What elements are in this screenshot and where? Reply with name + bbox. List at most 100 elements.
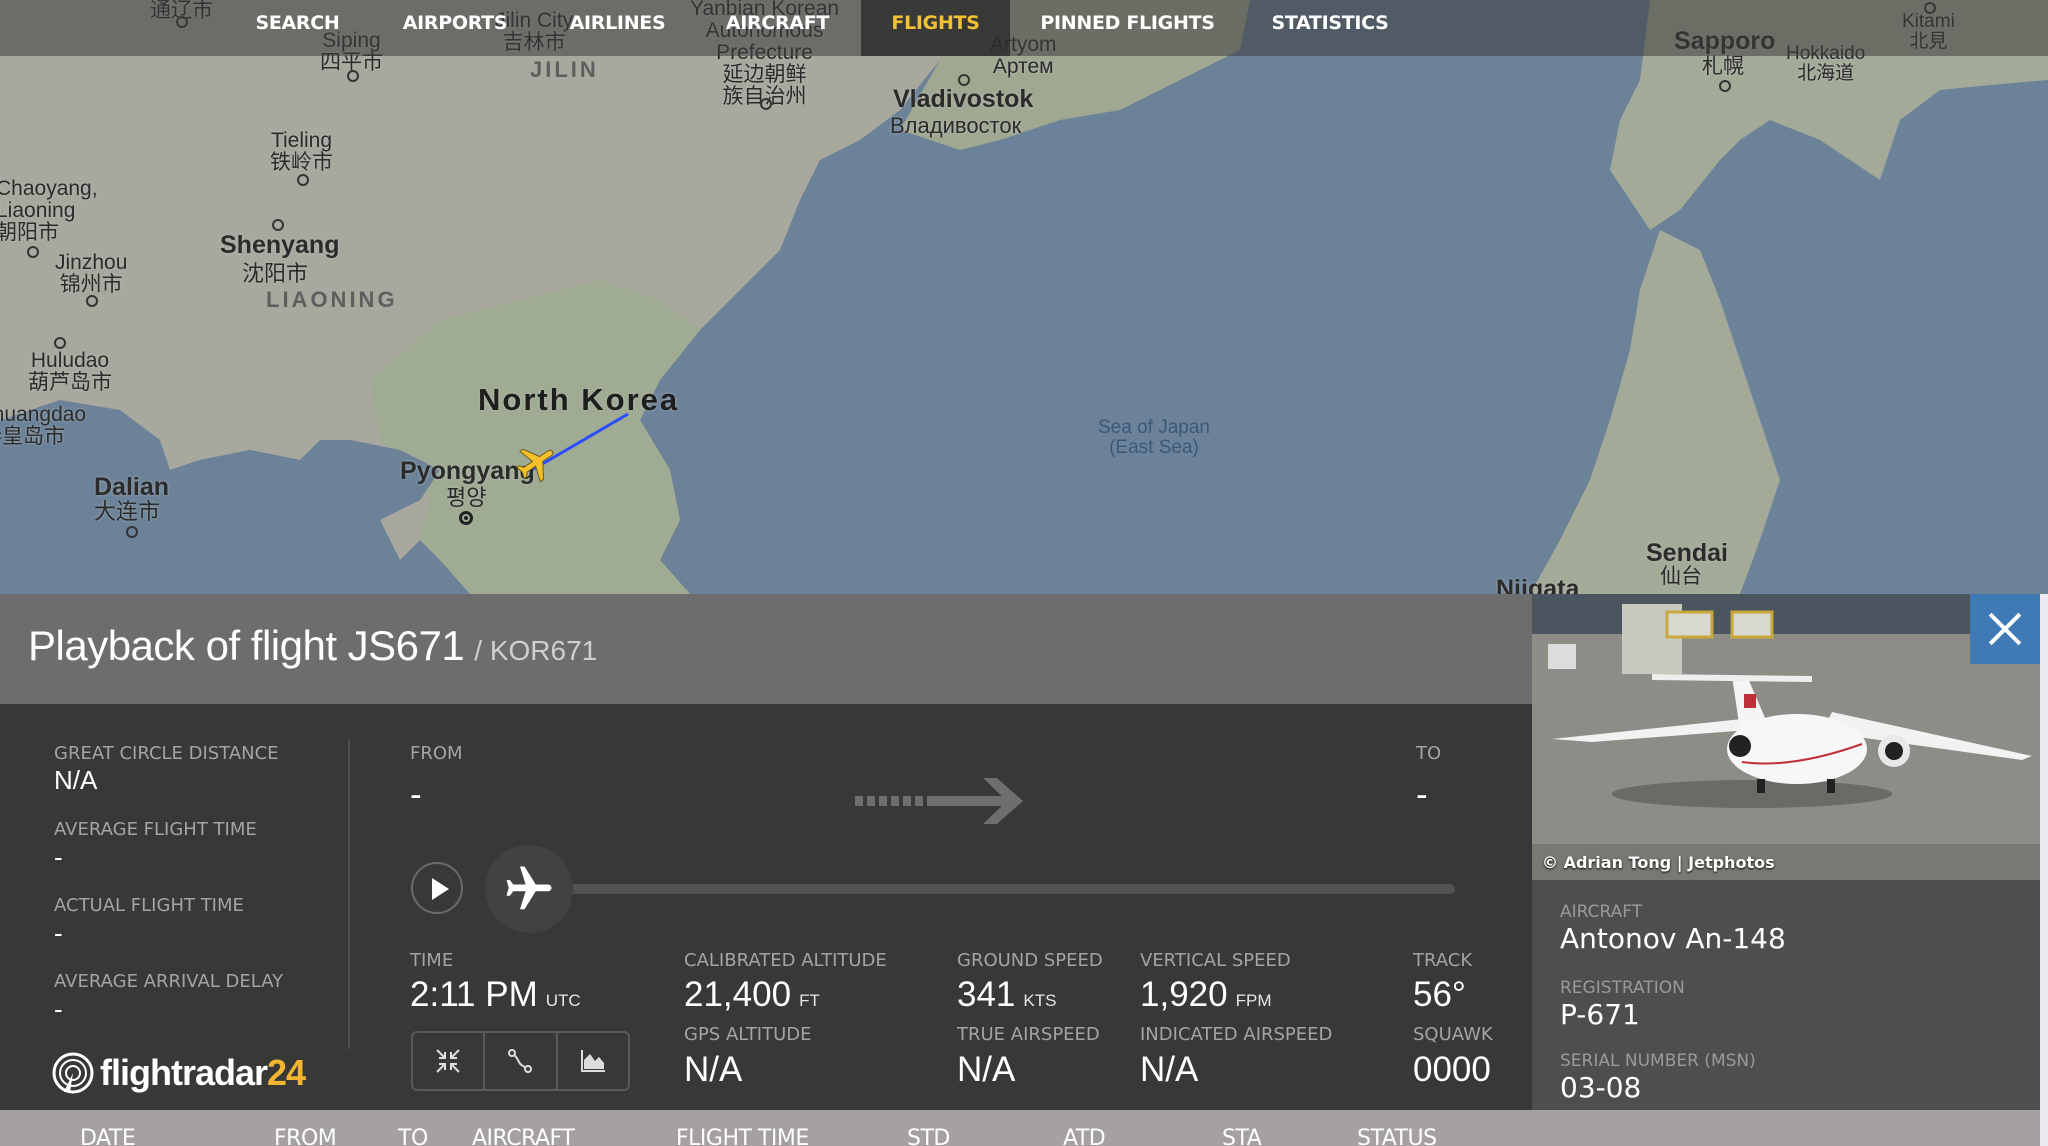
view-tools — [411, 1031, 630, 1091]
registration-label: REGISTRATION — [1560, 978, 1685, 998]
top-navigation: SEARCH AIRPORTS AIRLINES AIRCRAFT FLIGHT… — [0, 0, 2048, 56]
panel-title: Playback of flight JS671 / KOR671 — [28, 622, 597, 670]
column-flight-time[interactable]: FLIGHT TIME — [676, 1126, 809, 1146]
column-aircraft[interactable]: AIRCRAFT — [472, 1126, 575, 1146]
aircraft-label: AIRCRAFT — [1560, 902, 1643, 922]
map-label-vladivostok: Vladivostok — [893, 85, 1034, 113]
collapse-button[interactable] — [413, 1033, 486, 1089]
map-label-shenyang: Shenyang — [220, 231, 340, 259]
city-marker — [54, 337, 66, 349]
airplane-icon — [506, 866, 552, 910]
map-label-sea-of-japan: Sea of Japan (East Sea) — [1098, 417, 1210, 458]
nav-airlines[interactable]: AIRLINES — [555, 0, 680, 56]
track-value: 56° — [1413, 975, 1466, 1014]
indicated-airspeed-label: INDICATED AIRSPEED — [1140, 1024, 1333, 1045]
scrollbar[interactable] — [2040, 594, 2048, 1146]
flightradar24-logo[interactable]: flightradar24 — [52, 1052, 306, 1094]
map-label-sendai: Sendai — [1646, 539, 1728, 567]
indicated-airspeed-value: N/A — [1140, 1050, 1199, 1089]
collapse-icon — [436, 1049, 460, 1073]
from-label: FROM — [410, 743, 463, 764]
chart-button[interactable] — [558, 1033, 628, 1089]
logo-text: flightradar24 — [100, 1052, 306, 1093]
callsign: / KOR671 — [474, 635, 598, 666]
map-label-huludao: Huludao 葫芦岛市 — [28, 349, 112, 395]
route-icon — [508, 1049, 533, 1073]
map-label-shenyang-cn: 沈阳市 — [242, 261, 309, 286]
city-marker — [760, 98, 772, 110]
serial-number-label: SERIAL NUMBER (MSN) — [1560, 1051, 1756, 1071]
route-button[interactable] — [485, 1033, 558, 1089]
column-date[interactable]: DATE — [80, 1126, 136, 1146]
map-label-chaoyang: Chaoyang, Liaoning 朝阳市 — [0, 177, 98, 245]
play-button[interactable] — [411, 862, 463, 914]
city-marker — [27, 246, 39, 258]
ground-speed-label: GROUND SPEED — [957, 950, 1103, 971]
close-button[interactable] — [1970, 594, 2040, 664]
nav-pinned-flights[interactable]: PINNED FLIGHTS — [1030, 0, 1225, 56]
ground-speed-value: 341 KTS — [957, 975, 1057, 1014]
column-status[interactable]: STATUS — [1357, 1126, 1437, 1146]
actual-flight-time-label: ACTUAL FLIGHT TIME — [54, 895, 244, 916]
timeline-scrubber[interactable] — [485, 845, 573, 933]
nav-aircraft[interactable]: AIRCRAFT — [715, 0, 840, 56]
aircraft-photo[interactable]: © Adrian Tong | Jetphotos — [1532, 594, 2040, 880]
nav-search[interactable]: SEARCH — [240, 0, 355, 56]
aircraft-photo-image — [1532, 594, 2040, 880]
calibrated-altitude-label: CALIBRATED ALTITUDE — [684, 950, 887, 971]
divider — [348, 739, 350, 1049]
nav-statistics[interactable]: STATISTICS — [1260, 0, 1400, 56]
aircraft-info: AIRCRAFT Antonov An-148 REGISTRATION P-6… — [1532, 880, 2040, 1110]
map-label-liaoning: LIAONING — [266, 287, 398, 312]
column-from[interactable]: FROM — [274, 1126, 337, 1146]
time-value: 2:11 PM UTC — [410, 975, 581, 1014]
nav-airports[interactable]: AIRPORTS — [395, 0, 515, 56]
city-marker — [1719, 80, 1731, 92]
column-sta[interactable]: STA — [1222, 1126, 1262, 1146]
airplane-icon[interactable] — [514, 440, 560, 486]
registration-value: P-671 — [1560, 998, 1640, 1031]
playback-timeline[interactable] — [540, 884, 1455, 894]
true-airspeed-value: N/A — [957, 1050, 1016, 1089]
vertical-speed-value: 1,920 FPM — [1140, 975, 1272, 1014]
map-label-dalian: Dalian — [94, 473, 170, 501]
flight-title: Playback of flight JS671 — [28, 622, 465, 669]
nav-flights[interactable]: FLIGHTS — [861, 0, 1010, 56]
average-flight-time-label: AVERAGE FLIGHT TIME — [54, 819, 257, 840]
track-label: TRACK — [1413, 950, 1473, 971]
column-to[interactable]: TO — [398, 1126, 428, 1146]
aircraft-value: Antonov An-148 — [1560, 922, 1786, 955]
vertical-speed-label: VERTICAL SPEED — [1140, 950, 1291, 971]
map-view[interactable]: 通辽市 Siping 四平市 Jilin City 吉林市 JILIN Yanb… — [0, 0, 2048, 594]
great-circle-distance-value: N/A — [54, 765, 98, 795]
map-label-niigata: Niigata — [1496, 575, 1580, 594]
column-atd[interactable]: ATD — [1063, 1126, 1106, 1146]
city-marker — [297, 174, 309, 186]
true-airspeed-label: TRUE AIRSPEED — [957, 1024, 1100, 1045]
capital-marker — [459, 511, 473, 525]
flight-history-table-header: DATE FROM TO AIRCRAFT FLIGHT TIME STD AT… — [0, 1110, 2040, 1146]
map-label-tieling: Tieling 铁岭市 — [270, 129, 333, 175]
route-arrow-icon — [855, 778, 1023, 824]
column-std[interactable]: STD — [907, 1126, 950, 1146]
gps-altitude-label: GPS ALTITUDE — [684, 1024, 812, 1045]
map-label-vladivostok-ru: Владивосток — [890, 113, 1022, 138]
from-value: - — [410, 775, 422, 814]
city-marker — [347, 70, 359, 82]
squawk-label: SQUAWK — [1413, 1024, 1493, 1045]
panel-header: Playback of flight JS671 / KOR671 — [0, 594, 1532, 704]
city-marker — [86, 295, 98, 307]
gps-altitude-value: N/A — [684, 1050, 743, 1089]
actual-flight-time-value: - — [54, 918, 63, 948]
map-label-pyongyang-kr: 평양 — [446, 485, 487, 510]
map-label-sendai-jp: 仙台 — [1660, 565, 1702, 588]
to-label: TO — [1416, 743, 1442, 764]
average-arrival-delay-value: - — [54, 994, 63, 1024]
great-circle-distance-label: GREAT CIRCLE DISTANCE — [54, 743, 279, 764]
map-label-jilin: JILIN — [530, 57, 599, 82]
photo-credit[interactable]: © Adrian Tong | Jetphotos — [1542, 853, 1775, 872]
city-marker — [272, 219, 284, 231]
map-label-jinzhou: Jinzhou 锦州市 — [55, 251, 128, 297]
average-flight-time-value: - — [54, 842, 63, 872]
serial-number-value: 03-08 — [1560, 1071, 1642, 1104]
